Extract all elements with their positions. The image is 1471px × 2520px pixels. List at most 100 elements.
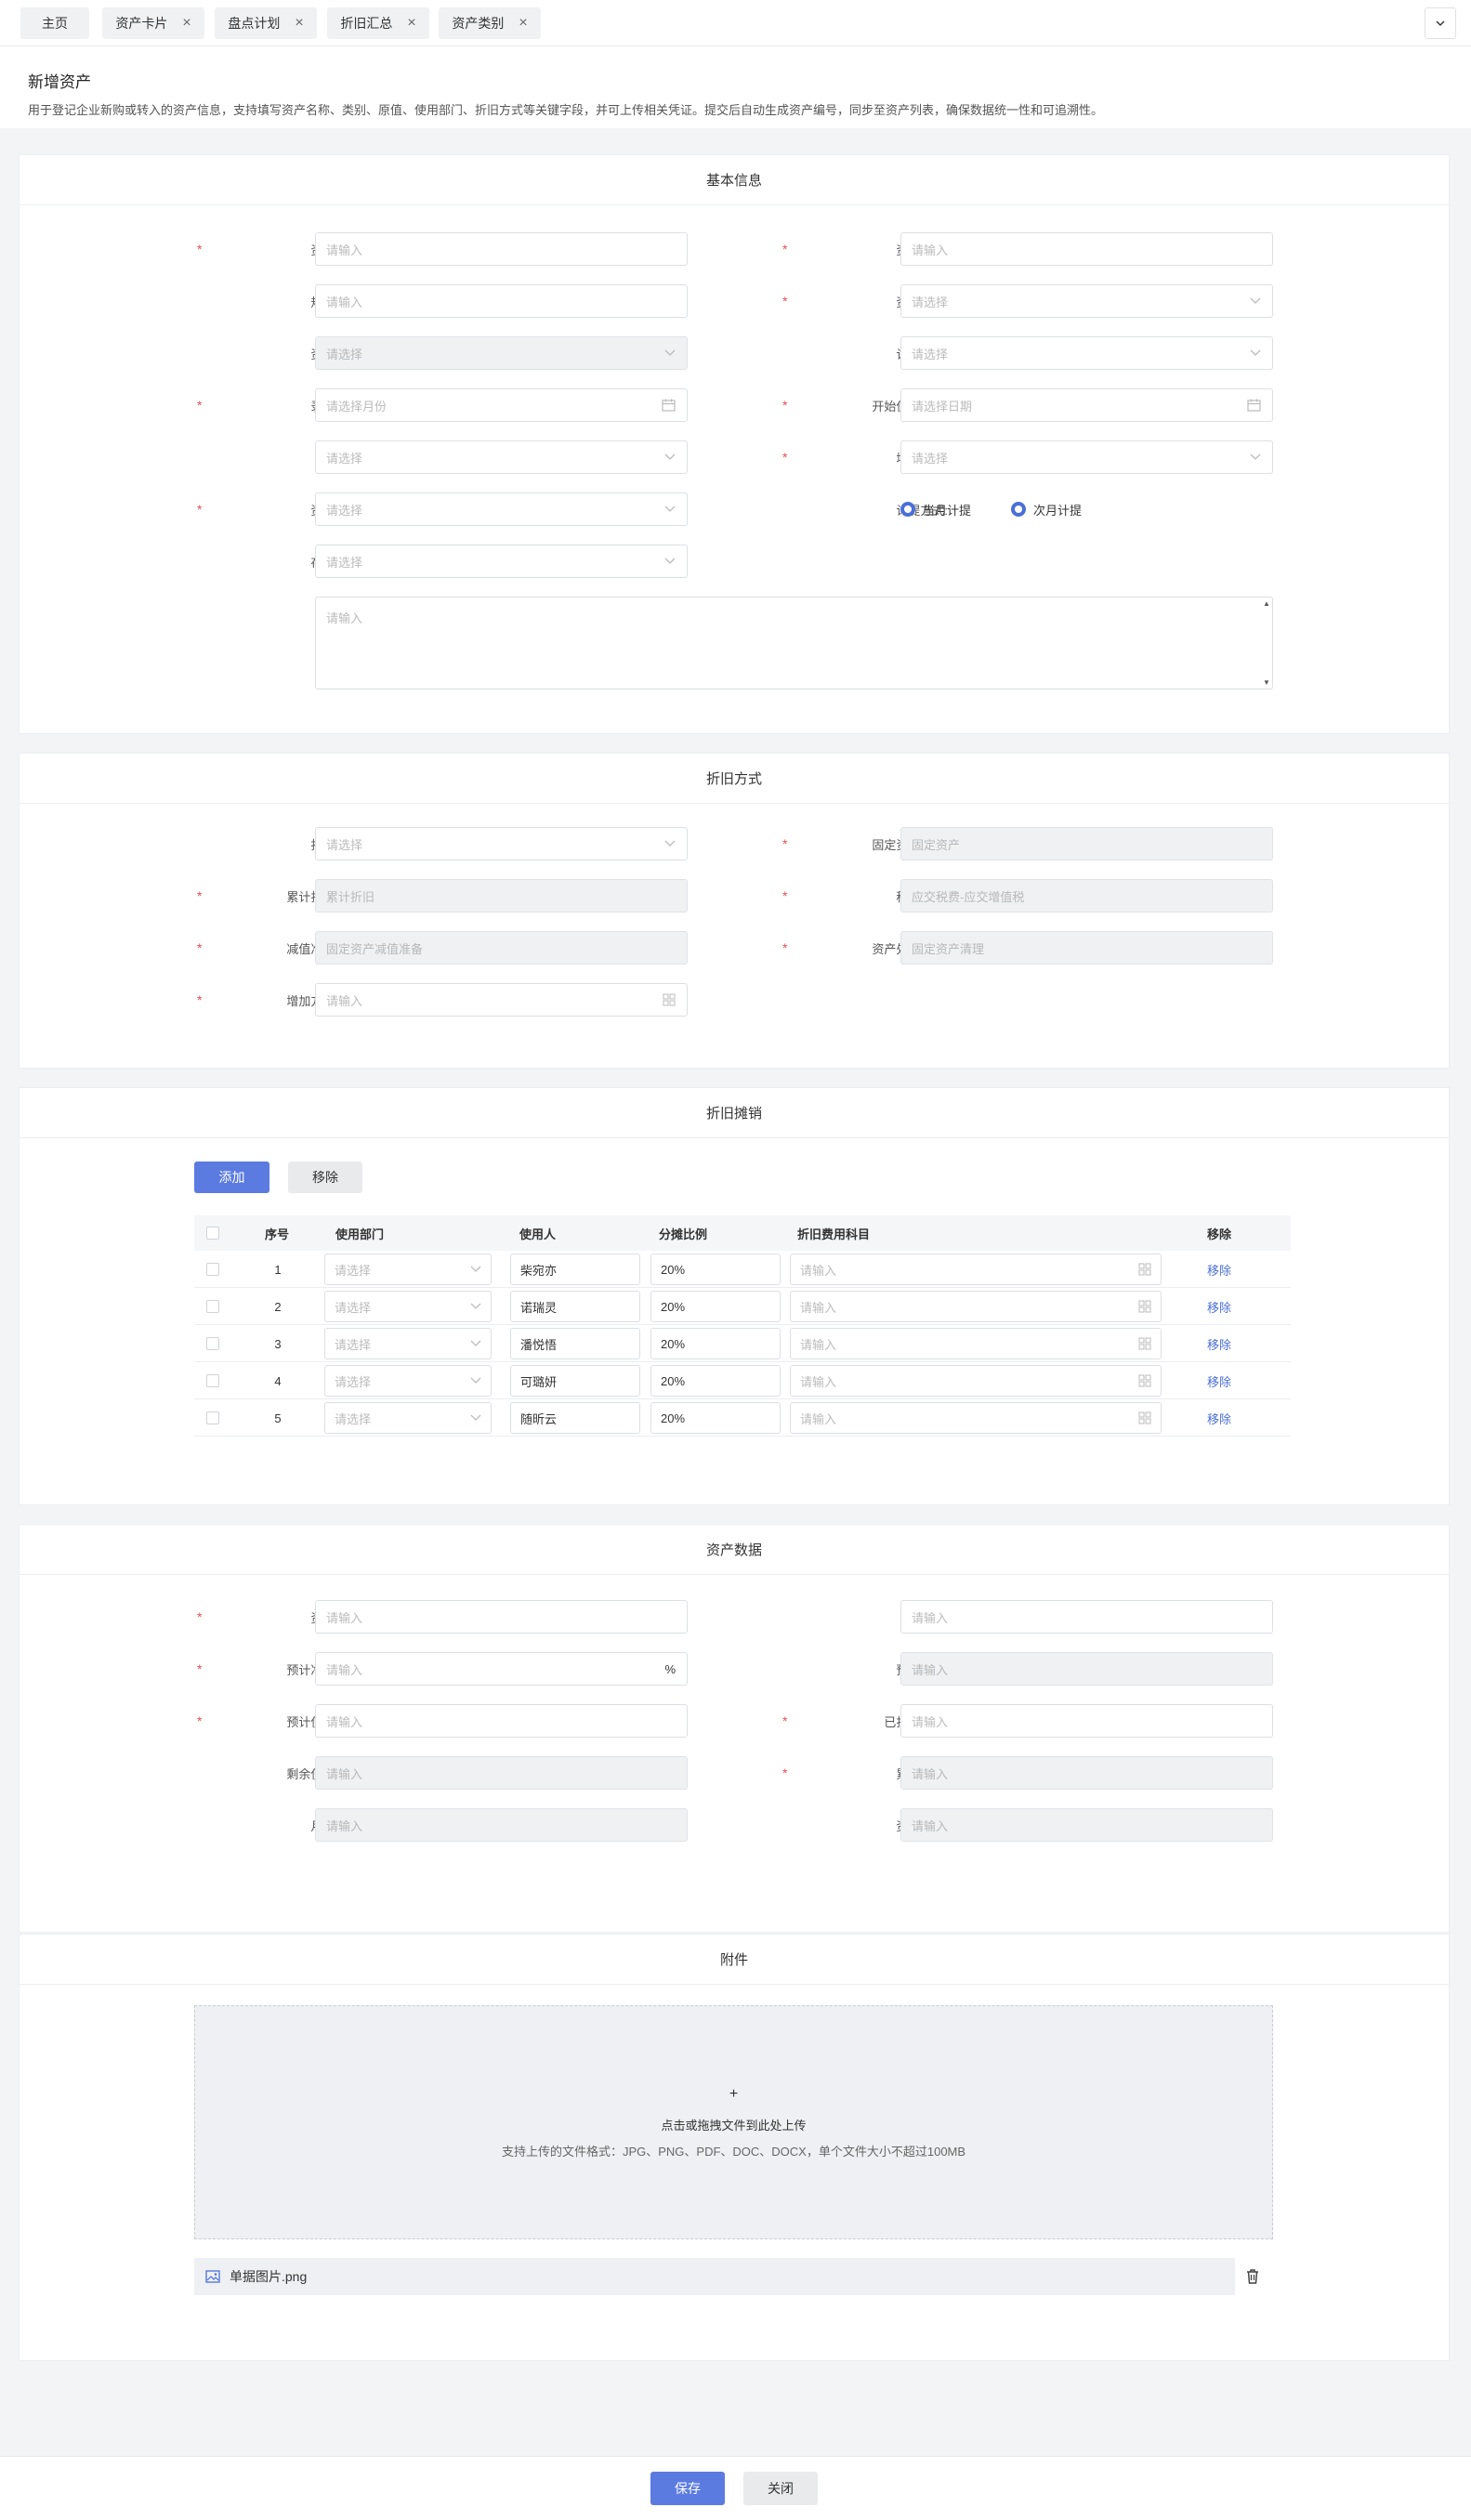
form-field[interactable]: 请选择 bbox=[900, 440, 1273, 474]
close-icon[interactable]: × bbox=[519, 15, 527, 32]
attachment-file-item[interactable]: 单据图片.png bbox=[194, 2258, 1235, 2295]
remove-row-link[interactable]: 移除 bbox=[1207, 1325, 1231, 1362]
dept-select[interactable]: 请选择 bbox=[324, 1328, 492, 1359]
ratio-input[interactable]: 20% bbox=[650, 1365, 781, 1397]
chevron-down-icon bbox=[1250, 297, 1261, 304]
user-input[interactable]: 随昕云 bbox=[510, 1402, 640, 1434]
tab-asset-card[interactable]: 资产卡片 × bbox=[102, 7, 204, 39]
row-checkbox[interactable] bbox=[206, 1374, 219, 1387]
close-button[interactable]: 关闭 bbox=[743, 2472, 818, 2505]
chevron-down-icon bbox=[664, 349, 676, 356]
subject-input[interactable]: 请输入 bbox=[790, 1291, 1162, 1322]
form-field[interactable]: 请输入 bbox=[315, 1704, 688, 1738]
required-mark: * bbox=[197, 940, 203, 955]
form-field[interactable]: 请输入 bbox=[900, 232, 1273, 266]
subject-input[interactable]: 请输入 bbox=[790, 1253, 1162, 1285]
tab-inventory-plan[interactable]: 盘点计划 × bbox=[215, 7, 317, 39]
tab-home[interactable]: 主页 bbox=[20, 7, 89, 39]
scroll-down-icon[interactable]: ▼ bbox=[1263, 678, 1270, 687]
dept-select[interactable]: 请选择 bbox=[324, 1253, 492, 1285]
form-field[interactable]: 请选择日期 bbox=[900, 388, 1273, 422]
close-icon[interactable]: × bbox=[407, 15, 415, 32]
grid-icon bbox=[663, 993, 676, 1006]
tab-asset-category[interactable]: 资产类别 × bbox=[439, 7, 541, 39]
required-mark: * bbox=[197, 242, 203, 256]
form-field[interactable]: 请输入 bbox=[315, 284, 688, 318]
user-input[interactable]: 诺瑞灵 bbox=[510, 1291, 640, 1322]
ratio-input[interactable]: 20% bbox=[650, 1328, 781, 1359]
row-number: 5 bbox=[274, 1411, 282, 1425]
dept-select[interactable]: 请选择 bbox=[324, 1291, 492, 1322]
remove-rows-button[interactable]: 移除 bbox=[288, 1162, 362, 1193]
save-button[interactable]: 保存 bbox=[650, 2472, 725, 2505]
select-all-checkbox[interactable] bbox=[206, 1227, 219, 1240]
form-field[interactable]: 请输入% bbox=[315, 1652, 688, 1686]
chevron-down-icon bbox=[1250, 453, 1261, 460]
form-field: 固定资产清理 bbox=[900, 931, 1273, 965]
form-field[interactable]: 请选择 bbox=[900, 336, 1273, 370]
form-field[interactable]: 请选择 bbox=[315, 440, 688, 474]
subject-input[interactable]: 请输入 bbox=[790, 1328, 1162, 1359]
form-field: 固定资产减值准备 bbox=[315, 931, 688, 965]
row-checkbox[interactable] bbox=[206, 1263, 219, 1276]
chevron-down-icon bbox=[470, 1414, 481, 1421]
remove-row-link[interactable]: 移除 bbox=[1207, 1399, 1231, 1437]
form-field: 应交税费-应交增值税 bbox=[900, 879, 1273, 912]
accrual-radio-option[interactable]: 次月计提 bbox=[1011, 492, 1082, 526]
accrual-radio-option[interactable]: 当月计提 bbox=[900, 492, 971, 526]
user-input[interactable]: 潘悦悟 bbox=[510, 1328, 640, 1359]
calendar-icon bbox=[1247, 399, 1261, 412]
table-header-cell: 使用人 bbox=[519, 1227, 557, 1241]
dept-select[interactable]: 请选择 bbox=[324, 1402, 492, 1434]
row-checkbox[interactable] bbox=[206, 1300, 219, 1313]
tab-label: 盘点计划 bbox=[228, 16, 281, 31]
close-icon[interactable]: × bbox=[295, 15, 303, 32]
remark-textarea[interactable]: 请输入 ▲ ▼ bbox=[315, 597, 1273, 689]
user-input[interactable]: 柴宛亦 bbox=[510, 1253, 640, 1285]
section-title: 基本信息 bbox=[20, 155, 1449, 205]
form-field[interactable]: 请选择 bbox=[315, 545, 688, 578]
row-checkbox[interactable] bbox=[206, 1337, 219, 1350]
form-field[interactable]: 请选择 bbox=[900, 284, 1273, 318]
dept-select[interactable]: 请选择 bbox=[324, 1365, 492, 1397]
remove-row-link[interactable]: 移除 bbox=[1207, 1251, 1231, 1288]
form-field[interactable]: 请输入 bbox=[315, 983, 688, 1017]
remove-row-link[interactable]: 移除 bbox=[1207, 1362, 1231, 1399]
scroll-up-icon[interactable]: ▲ bbox=[1263, 599, 1270, 608]
form-field[interactable]: 请输入 bbox=[900, 1704, 1273, 1738]
form-field: 请选择 bbox=[315, 336, 688, 370]
required-mark: * bbox=[782, 1765, 788, 1780]
form-field[interactable]: 请选择 bbox=[315, 827, 688, 860]
radio-dot-icon bbox=[900, 502, 915, 517]
form-field: 请输入 bbox=[900, 1808, 1273, 1842]
ratio-input[interactable]: 20% bbox=[650, 1291, 781, 1322]
required-mark: * bbox=[197, 1609, 203, 1624]
add-row-button[interactable]: 添加 bbox=[194, 1162, 269, 1193]
scrollbar[interactable]: ▲ ▼ bbox=[1261, 597, 1272, 689]
upload-hint: 支持上传的文件格式：JPG、PNG、PDF、DOC、DOCX，单个文件大小不超过… bbox=[501, 2145, 966, 2159]
close-icon[interactable]: × bbox=[182, 15, 190, 32]
tab-more-button[interactable] bbox=[1425, 7, 1456, 39]
form-field: 请输入 bbox=[315, 1756, 688, 1790]
form-field[interactable]: 请选择 bbox=[315, 492, 688, 526]
row-number: 2 bbox=[274, 1299, 282, 1314]
upload-dropzone[interactable]: + 点击或拖拽文件到此处上传 支持上传的文件格式：JPG、PNG、PDF、DOC… bbox=[194, 2005, 1273, 2239]
ratio-input[interactable]: 20% bbox=[650, 1253, 781, 1285]
form-field[interactable]: 请输入 bbox=[900, 1600, 1273, 1634]
upload-plus-icon: + bbox=[729, 2086, 739, 2102]
form-field[interactable]: 请输入 bbox=[315, 1600, 688, 1634]
required-mark: * bbox=[782, 1713, 788, 1728]
subject-input[interactable]: 请输入 bbox=[790, 1365, 1162, 1397]
form-field[interactable]: 请输入 bbox=[315, 232, 688, 266]
remove-row-link[interactable]: 移除 bbox=[1207, 1288, 1231, 1325]
required-mark: * bbox=[782, 398, 788, 413]
user-input[interactable]: 可璐妍 bbox=[510, 1365, 640, 1397]
form-field[interactable]: 请选择月份 bbox=[315, 388, 688, 422]
row-checkbox[interactable] bbox=[206, 1411, 219, 1424]
subject-input[interactable]: 请输入 bbox=[790, 1402, 1162, 1434]
delete-file-button[interactable] bbox=[1245, 2268, 1262, 2285]
ratio-input[interactable]: 20% bbox=[650, 1402, 781, 1434]
tab-depreciation-summary[interactable]: 折旧汇总 × bbox=[327, 7, 429, 39]
chevron-down-icon bbox=[664, 505, 676, 512]
grid-icon bbox=[1138, 1411, 1151, 1424]
